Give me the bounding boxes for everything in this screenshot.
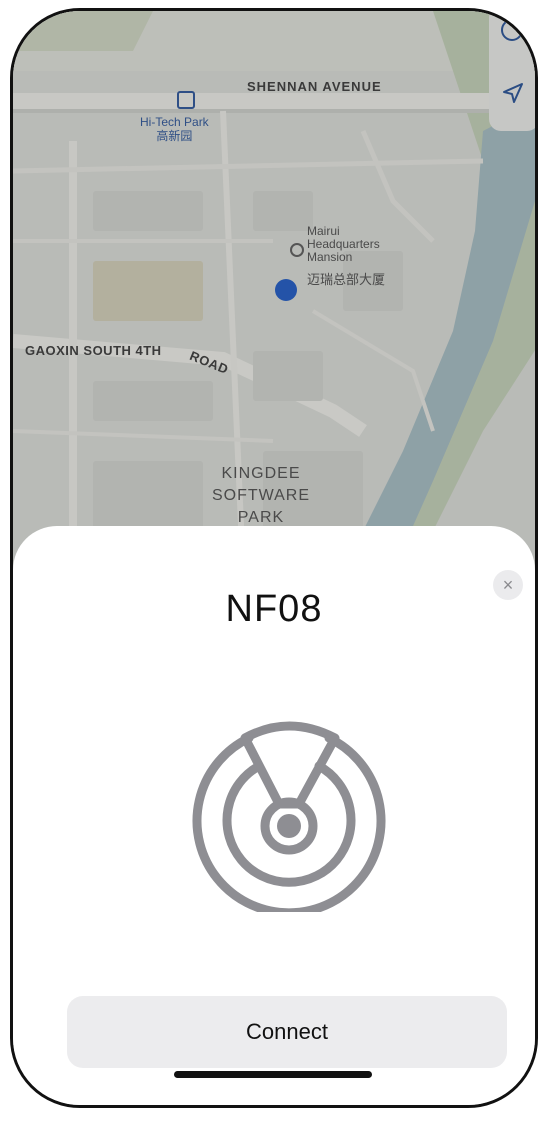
metro-station-icon[interactable]	[177, 91, 195, 109]
map-controls	[489, 11, 535, 131]
building-poi-icon[interactable]	[290, 243, 304, 257]
building-name-line-3: Mansion	[307, 250, 353, 264]
road-label-gaoxin: GAOXIN SOUTH 4TH	[25, 343, 162, 358]
metro-station-name-cn: 高新园	[156, 129, 193, 143]
device-name-title: NF08	[225, 588, 323, 630]
phone-frame: SHENNAN AVENUE GAOXIN SOUTH 4TH ROAD Hi-…	[10, 8, 538, 1108]
connect-button[interactable]: Connect	[67, 996, 507, 1068]
info-icon[interactable]	[501, 19, 523, 41]
building-poi-label: Mairui Headquarters Mansion	[307, 225, 380, 264]
road-label-shennan: SHENNAN AVENUE	[247, 79, 382, 94]
metro-station-name-en: Hi-Tech Park	[140, 115, 209, 129]
park-label-line-1: KINGDEE	[221, 465, 301, 482]
user-location-dot	[275, 279, 297, 301]
park-label: KINGDEE SOFTWARE PARK	[201, 463, 321, 529]
park-label-line-2: SOFTWARE	[211, 487, 311, 504]
location-arrow-icon[interactable]	[501, 81, 525, 105]
metro-station-label: Hi-Tech Park 高新园	[140, 115, 209, 143]
radar-tracker-icon	[192, 721, 386, 912]
device-sheet: × NF08 Connect	[13, 526, 535, 1105]
home-indicator[interactable]	[174, 1071, 372, 1078]
map-view[interactable]: SHENNAN AVENUE GAOXIN SOUTH 4TH ROAD Hi-…	[13, 11, 535, 571]
building-name-cn: 迈瑞总部大厦	[307, 272, 386, 287]
